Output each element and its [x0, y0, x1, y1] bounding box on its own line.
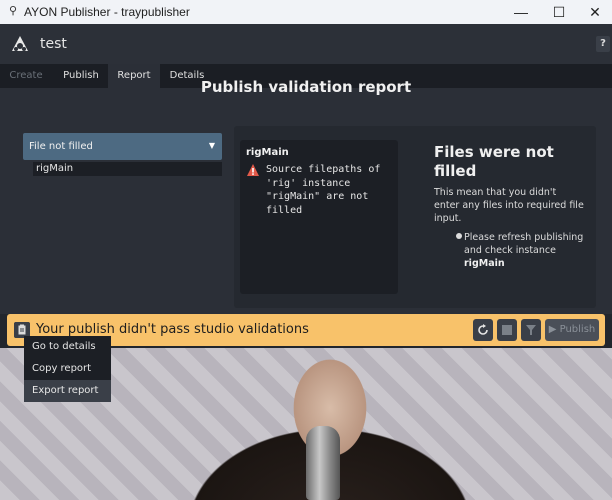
error-type-dropdown[interactable]: File not filled ▼: [23, 133, 222, 160]
description-text: This mean that you didn't enter any file…: [434, 187, 584, 224]
close-button[interactable]: ✕: [580, 2, 610, 22]
window-titlebar: ⚲ AYON Publisher - traypublisher — ☐ ✕: [0, 0, 612, 24]
description-bullet: Please refresh publishing and check inst…: [464, 231, 594, 270]
bullet-dot: [456, 233, 462, 239]
report-context-menu: Go to details Copy report Export report: [24, 336, 111, 402]
microphone-shape: [306, 426, 340, 500]
ayon-logo-icon: [12, 36, 28, 51]
project-name: test: [40, 36, 67, 52]
menu-item-copy-report[interactable]: Copy report: [24, 358, 111, 380]
maximize-button[interactable]: ☐: [544, 2, 574, 22]
help-button[interactable]: ?: [596, 36, 610, 52]
warning-icon: [247, 164, 259, 176]
description-title: Files were not filled: [434, 143, 554, 180]
error-type-value: File not filled: [29, 141, 93, 152]
project-header: test ?: [0, 24, 612, 64]
refresh-icon: [478, 324, 488, 335]
menu-item-export-report[interactable]: Export report: [24, 380, 111, 402]
bullet-text: Please refresh publishing and check inst…: [464, 232, 584, 256]
status-message: Your publish didn't pass studio validati…: [36, 322, 309, 337]
ayon-app-icon: ⚲: [8, 5, 18, 17]
validate-icon: [526, 325, 536, 335]
reset-button[interactable]: [473, 319, 493, 341]
stop-button[interactable]: [497, 319, 517, 341]
bullet-instance: rigMain: [464, 258, 505, 269]
instance-list-item[interactable]: rigMain: [33, 162, 222, 176]
report-title: Publish validation report: [200, 78, 412, 96]
error-message: Source filepaths of 'rig' instance "rigM…: [266, 164, 381, 216]
publish-label: Publish: [559, 324, 596, 335]
menu-item-go-to-details[interactable]: Go to details: [24, 336, 111, 358]
publish-button[interactable]: ▶ Publish: [545, 319, 599, 341]
error-instance-title: rigMain: [246, 147, 289, 158]
instance-list-label: rigMain: [36, 163, 74, 174]
validate-button[interactable]: [521, 319, 541, 341]
play-icon: ▶: [548, 324, 557, 335]
chevron-down-icon: ▼: [208, 141, 215, 150]
window-title: AYON Publisher - traypublisher: [24, 5, 190, 19]
stop-icon: [502, 325, 512, 335]
minimize-button[interactable]: —: [506, 2, 536, 22]
